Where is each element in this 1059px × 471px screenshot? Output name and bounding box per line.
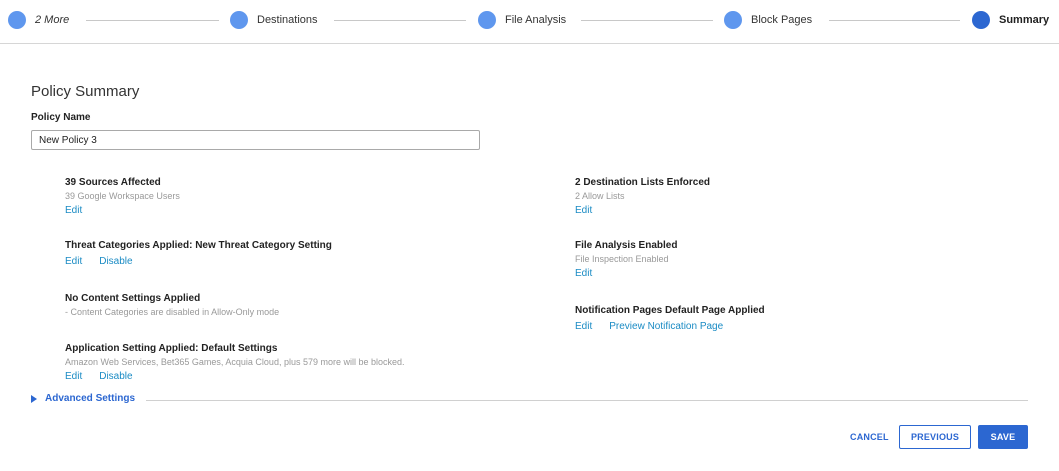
summary-heading: 2 Destination Lists Enforced xyxy=(575,177,711,188)
summary-detail: 2 Allow Lists xyxy=(575,191,625,201)
edit-notification-link[interactable]: Edit xyxy=(575,320,592,333)
step-completed-icon xyxy=(724,11,742,29)
step-label: File Analysis xyxy=(505,14,567,26)
disable-threat-link[interactable]: Disable xyxy=(99,255,132,268)
step-completed-icon xyxy=(8,11,26,29)
summary-heading: No Content Settings Applied xyxy=(65,293,201,304)
preview-notification-page-link[interactable]: Preview Notification Page xyxy=(609,320,723,333)
summary-heading: 39 Sources Affected xyxy=(65,177,161,188)
step-connector xyxy=(334,20,466,21)
step-connector xyxy=(581,20,713,21)
caret-right-icon xyxy=(31,394,37,403)
step-summary: Summary xyxy=(972,10,1049,30)
edit-sources-link[interactable]: Edit xyxy=(65,204,82,217)
disable-application-link[interactable]: Disable xyxy=(99,370,132,383)
edit-application-link[interactable]: Edit xyxy=(65,370,82,383)
step-block-pages[interactable]: Block Pages xyxy=(724,10,812,30)
summary-destination-lists: 2 Destination Lists Enforced 2 Allow Lis… xyxy=(575,176,710,217)
advanced-settings-toggle[interactable]: Advanced Settings xyxy=(31,393,135,404)
summary-detail: File Inspection Enabled xyxy=(575,254,669,264)
summary-detail: Amazon Web Services, Bet365 Games, Acqui… xyxy=(65,357,405,367)
edit-destinations-link[interactable]: Edit xyxy=(575,204,592,217)
edit-file-analysis-link[interactable]: Edit xyxy=(575,267,592,280)
summary-heading: Application Setting Applied: Default Set… xyxy=(65,343,278,354)
wizard-stepper: 2 More Destinations File Analysis Block … xyxy=(0,0,1059,44)
step-file-analysis[interactable]: File Analysis xyxy=(478,10,566,30)
divider xyxy=(146,400,1028,401)
summary-notification-pages: Notification Pages Default Page Applied … xyxy=(575,304,765,333)
step-label: Summary xyxy=(999,14,1050,26)
summary-file-analysis: File Analysis Enabled File Inspection En… xyxy=(575,239,677,280)
policy-name-label: Policy Name xyxy=(31,112,91,123)
step-current-icon xyxy=(972,11,990,29)
step-connector xyxy=(86,20,219,21)
page-title: Policy Summary xyxy=(31,83,140,100)
summary-sources: 39 Sources Affected 39 Google Workspace … xyxy=(65,176,180,217)
summary-heading: Threat Categories Applied: New Threat Ca… xyxy=(65,240,332,251)
edit-threat-link[interactable]: Edit xyxy=(65,255,82,268)
summary-detail: 39 Google Workspace Users xyxy=(65,191,180,201)
step-completed-icon xyxy=(478,11,496,29)
step-more[interactable]: 2 More xyxy=(8,10,69,30)
summary-threat-categories: Threat Categories Applied: New Threat Ca… xyxy=(65,239,332,268)
policy-name-input[interactable] xyxy=(31,130,480,150)
step-destinations[interactable]: Destinations xyxy=(230,10,318,30)
step-completed-icon xyxy=(230,11,248,29)
advanced-settings-label: Advanced Settings xyxy=(45,393,136,404)
step-connector xyxy=(829,20,960,21)
summary-content-settings: No Content Settings Applied - Content Ca… xyxy=(65,292,279,318)
step-label: Block Pages xyxy=(751,14,813,26)
step-label: Destinations xyxy=(257,14,318,26)
summary-application-setting: Application Setting Applied: Default Set… xyxy=(65,342,405,383)
summary-heading: File Analysis Enabled xyxy=(575,240,678,251)
summary-detail: - Content Categories are disabled in All… xyxy=(65,307,280,317)
summary-heading: Notification Pages Default Page Applied xyxy=(575,305,765,316)
step-label: 2 More xyxy=(35,14,70,26)
previous-button[interactable]: PREVIOUS xyxy=(899,425,971,449)
cancel-button[interactable]: CANCEL xyxy=(850,425,889,449)
save-button[interactable]: SAVE xyxy=(978,425,1028,449)
